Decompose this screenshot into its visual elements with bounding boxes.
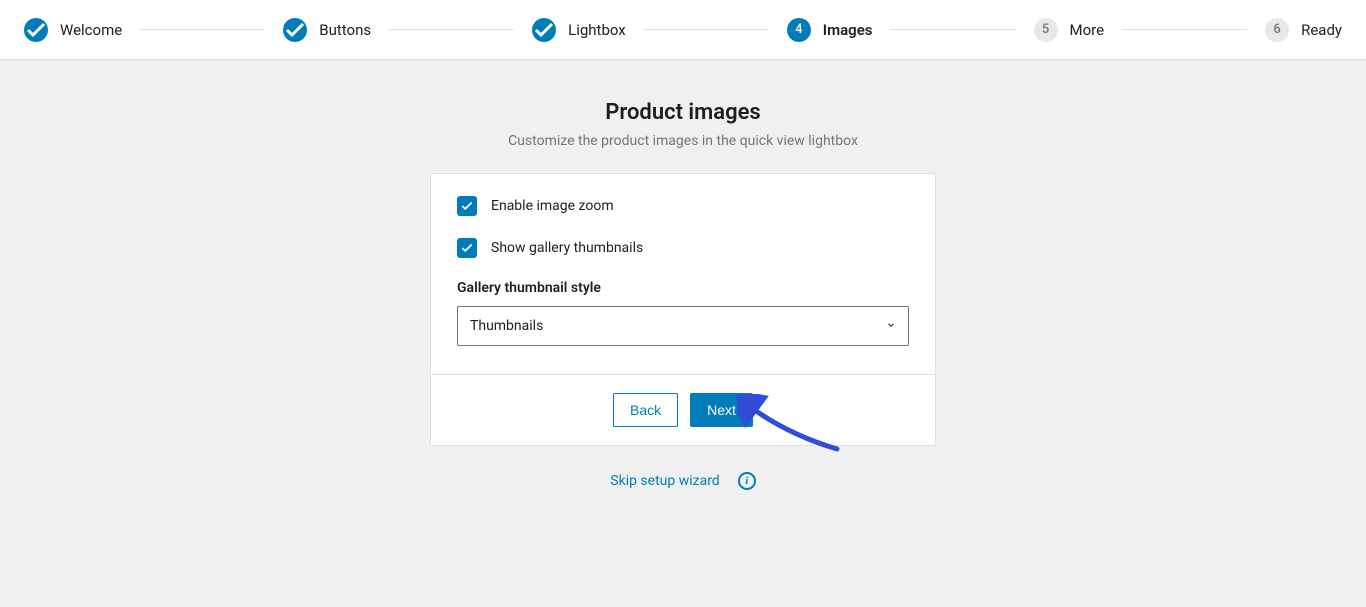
step-ready[interactable]: 6 Ready [1265,18,1342,42]
step-label: Buttons [319,21,371,39]
step-label: Lightbox [568,21,626,39]
step-number-icon: 6 [1265,18,1289,42]
step-label: Images [823,21,873,39]
main-content: Product images Customize the product ima… [0,60,1366,490]
field-label-gallery-style: Gallery thumbnail style [457,280,909,296]
skip-setup-link[interactable]: Skip setup wizard [610,473,719,489]
settings-card: Enable image zoom Show gallery thumbnail… [430,173,936,446]
select-value: Thumbnails [470,318,543,334]
step-images[interactable]: 4 Images [787,18,873,42]
checkbox-row-thumbnails: Show gallery thumbnails [457,238,909,258]
next-button[interactable]: Next [690,393,753,427]
page-title: Product images [605,100,760,125]
checkbox-enable-zoom[interactable] [457,196,477,216]
page-subtitle: Customize the product images in the quic… [508,133,858,149]
step-label: Ready [1301,21,1342,39]
step-label: More [1070,21,1105,39]
select-gallery-style[interactable]: Thumbnails [457,306,909,346]
step-connector [140,29,265,30]
skip-row: Skip setup wizard i [610,472,755,490]
check-icon [24,18,48,42]
check-icon [283,18,307,42]
stepper-bar: Welcome Buttons Lightbox 4 Images 5 More… [0,0,1366,60]
checkbox-label: Show gallery thumbnails [491,240,643,256]
card-body: Enable image zoom Show gallery thumbnail… [431,174,935,374]
back-button[interactable]: Back [613,393,678,427]
step-welcome[interactable]: Welcome [24,18,122,42]
step-connector [1122,29,1247,30]
step-buttons[interactable]: Buttons [283,18,371,42]
check-icon [460,199,474,213]
checkbox-row-zoom: Enable image zoom [457,196,909,216]
info-icon[interactable]: i [738,472,756,490]
step-connector [890,29,1015,30]
step-label: Welcome [60,21,122,39]
step-connector [389,29,514,30]
checkbox-label: Enable image zoom [491,198,614,214]
check-icon [532,18,556,42]
card-footer: Back Next [431,374,935,445]
step-more[interactable]: 5 More [1034,18,1105,42]
step-number-icon: 4 [787,18,811,42]
step-connector [644,29,769,30]
step-number-icon: 5 [1034,18,1058,42]
step-lightbox[interactable]: Lightbox [532,18,626,42]
chevron-down-icon [886,319,896,333]
check-icon [460,241,474,255]
checkbox-show-thumbnails[interactable] [457,238,477,258]
